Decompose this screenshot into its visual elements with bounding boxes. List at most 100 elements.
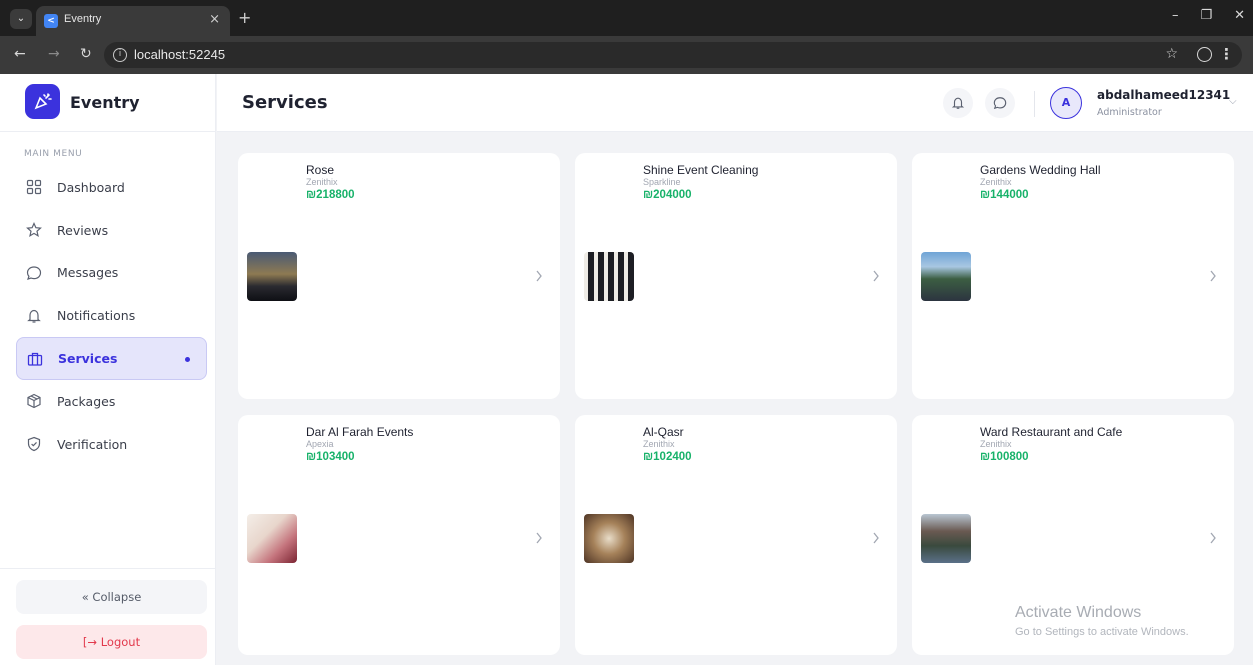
activation-watermark-title: Activate Windows [1015,604,1142,621]
browser-tab-bar: ⌄ < Eventry × + – ❐ ✕ [0,0,1253,36]
service-thumbnail [584,252,634,301]
close-window-icon[interactable]: ✕ [1234,8,1245,23]
service-card[interactable]: Shine Event Cleaning Sparkline ₪204000 [575,153,897,399]
service-thumbnail [247,252,297,301]
browser-menu-icon[interactable]: ⋮ [1219,45,1234,63]
brand-name: Eventry [70,93,140,112]
service-thumbnail [921,514,971,563]
sidebar-item-label: Packages [57,393,116,409]
shield-check-icon [27,437,41,452]
page-header: Services A abdalhameed12341 Administrato… [217,74,1253,132]
sidebar-item-label: Reviews [57,222,109,238]
sidebar-item-reviews[interactable]: Reviews [16,209,207,252]
messages-button[interactable] [985,88,1015,118]
service-vendor: Zenithix [980,177,1012,187]
service-vendor: Zenithix [643,439,675,449]
service-name: Rose [306,163,335,177]
service-price: ₪218800 [306,189,355,201]
bookmark-star-icon[interactable]: ☆ [1165,46,1178,62]
service-price: ₪204000 [643,189,692,201]
chevron-down-icon[interactable]: ⌵ [1229,96,1237,107]
chevron-right-icon[interactable] [871,267,881,285]
menu-heading: MAIN MENU [24,149,83,159]
service-thumbnail [247,514,297,563]
profile-icon[interactable] [1197,47,1212,62]
bell-icon [27,309,41,323]
tab-title: Eventry [64,13,102,25]
sidebar-item-label: Notifications [57,308,136,324]
chevron-right-icon[interactable] [871,529,881,547]
tab-close-icon[interactable]: × [209,12,220,27]
service-card[interactable]: Rose Zenithix ₪218800 [238,153,560,399]
service-vendor: Sparkline [643,177,681,187]
chevron-right-icon[interactable] [1208,267,1218,285]
party-popper-logo-icon [25,84,60,119]
service-price: ₪144000 [980,189,1029,201]
service-vendor: Apexia [306,439,334,449]
sidebar: Eventry MAIN MENU Dashboard Reviews Mess… [0,74,216,665]
service-price: ₪100800 [980,451,1029,463]
logout-button[interactable]: [→ Logout [16,625,207,659]
service-price: ₪103400 [306,451,355,463]
avatar[interactable]: A [1050,87,1082,119]
browser-toolbar: ← → ↻ i localhost:52245 ☆ ⋮ [0,36,1253,74]
chevron-right-icon[interactable] [534,267,544,285]
restore-icon[interactable]: ❐ [1200,8,1212,23]
service-name: Shine Event Cleaning [643,163,759,177]
address-bar[interactable]: i localhost:52245 ☆ ⋮ [104,42,1242,68]
active-indicator-dot [185,357,190,363]
collapse-button[interactable]: « Collapse [16,580,207,614]
sidebar-item-packages[interactable]: Packages [16,380,207,423]
service-name: Dar Al Farah Events [306,425,414,439]
bell-icon [951,97,965,109]
header-divider [1034,91,1035,117]
chat-icon [26,266,42,280]
chevron-right-icon[interactable] [1208,529,1218,547]
sidebar-item-verification[interactable]: Verification [16,423,207,466]
sidebar-item-label: Services [58,351,118,367]
service-price: ₪102400 [643,451,692,463]
minimize-icon[interactable]: – [1172,8,1179,23]
briefcase-icon [27,352,43,366]
sidebar-item-label: Messages [57,265,119,281]
window-controls: – ❐ ✕ [1172,8,1245,23]
chat-icon [993,97,1007,110]
sidebar-item-messages[interactable]: Messages [16,252,207,295]
reload-icon[interactable]: ↻ [80,46,92,62]
sidebar-item-notifications[interactable]: Notifications [16,294,207,337]
activation-watermark-subtitle: Go to Settings to activate Windows. [1015,626,1189,638]
page-title: Services [242,92,328,113]
sidebar-divider [0,568,216,569]
service-name: Al-Qasr [643,425,684,439]
back-icon[interactable]: ← [14,46,26,62]
sidebar-item-label: Verification [57,436,128,452]
service-card[interactable]: Al-Qasr Zenithix ₪102400 [575,415,897,655]
favicon-icon: < [44,14,58,28]
brand: Eventry [0,74,216,132]
service-vendor: Zenithix [980,439,1012,449]
service-card[interactable]: Gardens Wedding Hall Zenithix ₪144000 [912,153,1234,399]
sidebar-item-services[interactable]: Services [16,337,207,380]
service-vendor: Zenithix [306,177,338,187]
site-info-icon[interactable]: i [113,48,127,62]
service-thumbnail [921,252,971,301]
user-role: Administrator [1097,107,1162,118]
service-thumbnail [584,514,634,563]
sidebar-nav: Dashboard Reviews Messages Notifications… [16,166,207,466]
new-tab-button[interactable]: + [238,8,251,27]
tab-search-button[interactable]: ⌄ [10,9,32,29]
package-icon [27,394,41,409]
url-text[interactable]: localhost:52245 [134,47,225,62]
service-card[interactable]: Dar Al Farah Events Apexia ₪103400 [238,415,560,655]
sidebar-item-dashboard[interactable]: Dashboard [16,166,207,209]
forward-icon[interactable]: → [48,46,60,62]
service-name: Ward Restaurant and Cafe [980,425,1123,439]
service-name: Gardens Wedding Hall [980,163,1101,177]
browser-tab[interactable]: < Eventry × [36,6,230,36]
star-icon [26,222,42,238]
dashboard-icon [26,180,42,195]
user-name[interactable]: abdalhameed12341 [1097,88,1230,102]
notifications-button[interactable] [943,88,973,118]
sidebar-item-label: Dashboard [57,179,125,195]
chevron-right-icon[interactable] [534,529,544,547]
